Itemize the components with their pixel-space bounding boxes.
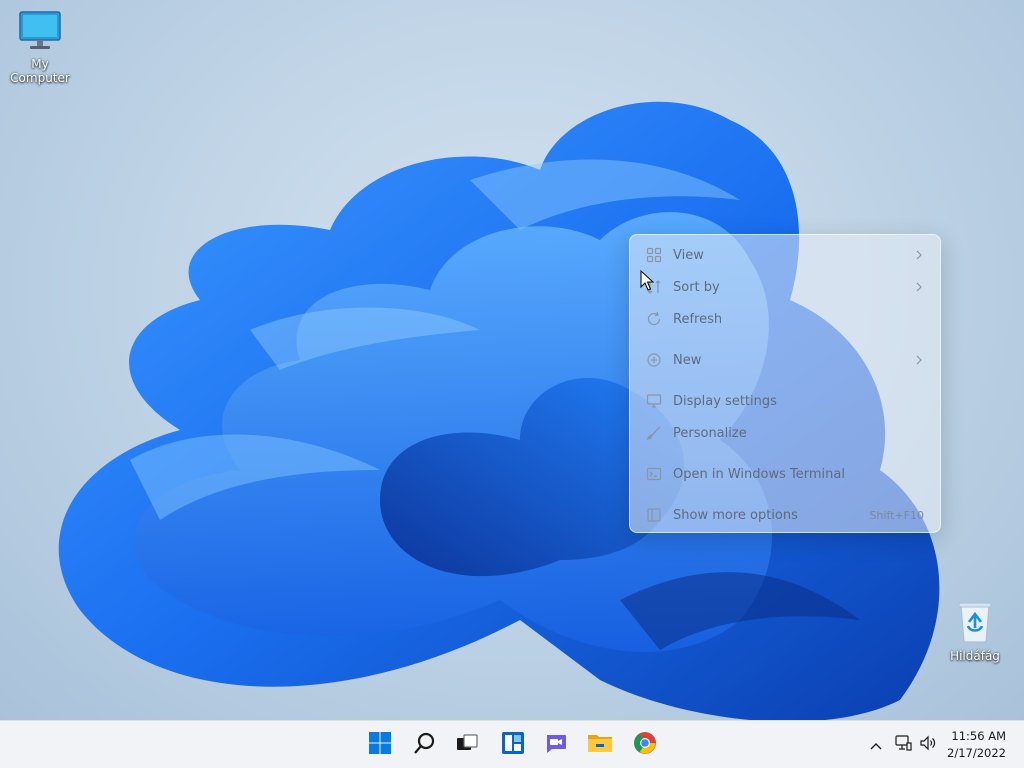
menu-item-display-settings[interactable]: Display settings [636,387,934,415]
chat-button[interactable] [538,727,574,763]
mouse-cursor-icon [640,270,654,291]
refresh-icon [642,307,666,331]
menu-item-label: Open in Windows Terminal [673,466,845,482]
system-clock[interactable]: 11:56 AM 2/17/2022 [947,728,1006,762]
file-explorer-button[interactable] [582,727,618,763]
brush-icon [642,421,666,445]
chevron-up-icon [869,736,883,755]
show-hidden-icons-button[interactable] [866,735,886,755]
chat-icon [544,731,568,759]
plus-circle-icon [642,348,666,372]
clock-time: 11:56 AM [951,729,1006,743]
clock-date: 2/17/2022 [947,746,1006,760]
search-button[interactable] [407,727,443,763]
menu-item-show-more-options[interactable]: Show more options Shift+F10 [636,501,934,529]
desktop-context-menu: View Sort by Refresh New Display setting… [629,234,941,533]
grid-icon [642,243,666,267]
menu-item-open-terminal[interactable]: Open in Windows Terminal [636,460,934,488]
chevron-right-icon [910,282,928,292]
network-icon [894,734,912,756]
desktop-icon-label: Hildáfág [950,649,1000,663]
menu-item-label: View [673,247,704,263]
menu-item-shortcut: Shift+F10 [869,508,924,522]
volume-button[interactable] [918,735,938,755]
menu-item-refresh[interactable]: Refresh [636,305,934,333]
file-explorer-icon [587,731,613,759]
monitor-icon [0,10,80,55]
chrome-button[interactable] [627,727,663,763]
recycle-bin-icon [935,600,1015,647]
chevron-right-icon [910,250,928,260]
menu-item-personalize[interactable]: Personalize [636,419,934,447]
volume-icon [919,734,937,756]
menu-item-label: Show more options [673,507,798,523]
display-icon [642,389,666,413]
task-view-icon [455,731,479,759]
chrome-icon [633,731,657,759]
network-button[interactable] [893,735,913,755]
menu-item-label: Display settings [673,393,777,409]
menu-item-label: Sort by [673,279,720,295]
start-button[interactable] [362,727,398,763]
taskbar: 11:56 AM 2/17/2022 [0,720,1024,768]
desktop[interactable]: My Computer Hildáfág View Sort by Refres… [0,0,1024,720]
terminal-icon [642,462,666,486]
widgets-button[interactable] [495,727,531,763]
menu-item-label: New [673,352,702,368]
desktop-icon-label: My Computer [10,57,70,85]
desktop-icon-recycle-bin[interactable]: Hildáfág [935,600,1015,663]
more-options-icon [642,503,666,527]
start-icon [368,731,392,759]
menu-item-label: Personalize [673,425,747,441]
search-icon [413,731,437,759]
menu-item-label: Refresh [673,311,723,327]
chevron-right-icon [910,355,928,365]
menu-item-sort-by[interactable]: Sort by [636,273,934,301]
menu-item-new[interactable]: New [636,346,934,374]
menu-item-view[interactable]: View [636,241,934,269]
widgets-icon [501,731,525,759]
desktop-icon-my-computer[interactable]: My Computer [0,10,80,85]
task-view-button[interactable] [449,727,485,763]
